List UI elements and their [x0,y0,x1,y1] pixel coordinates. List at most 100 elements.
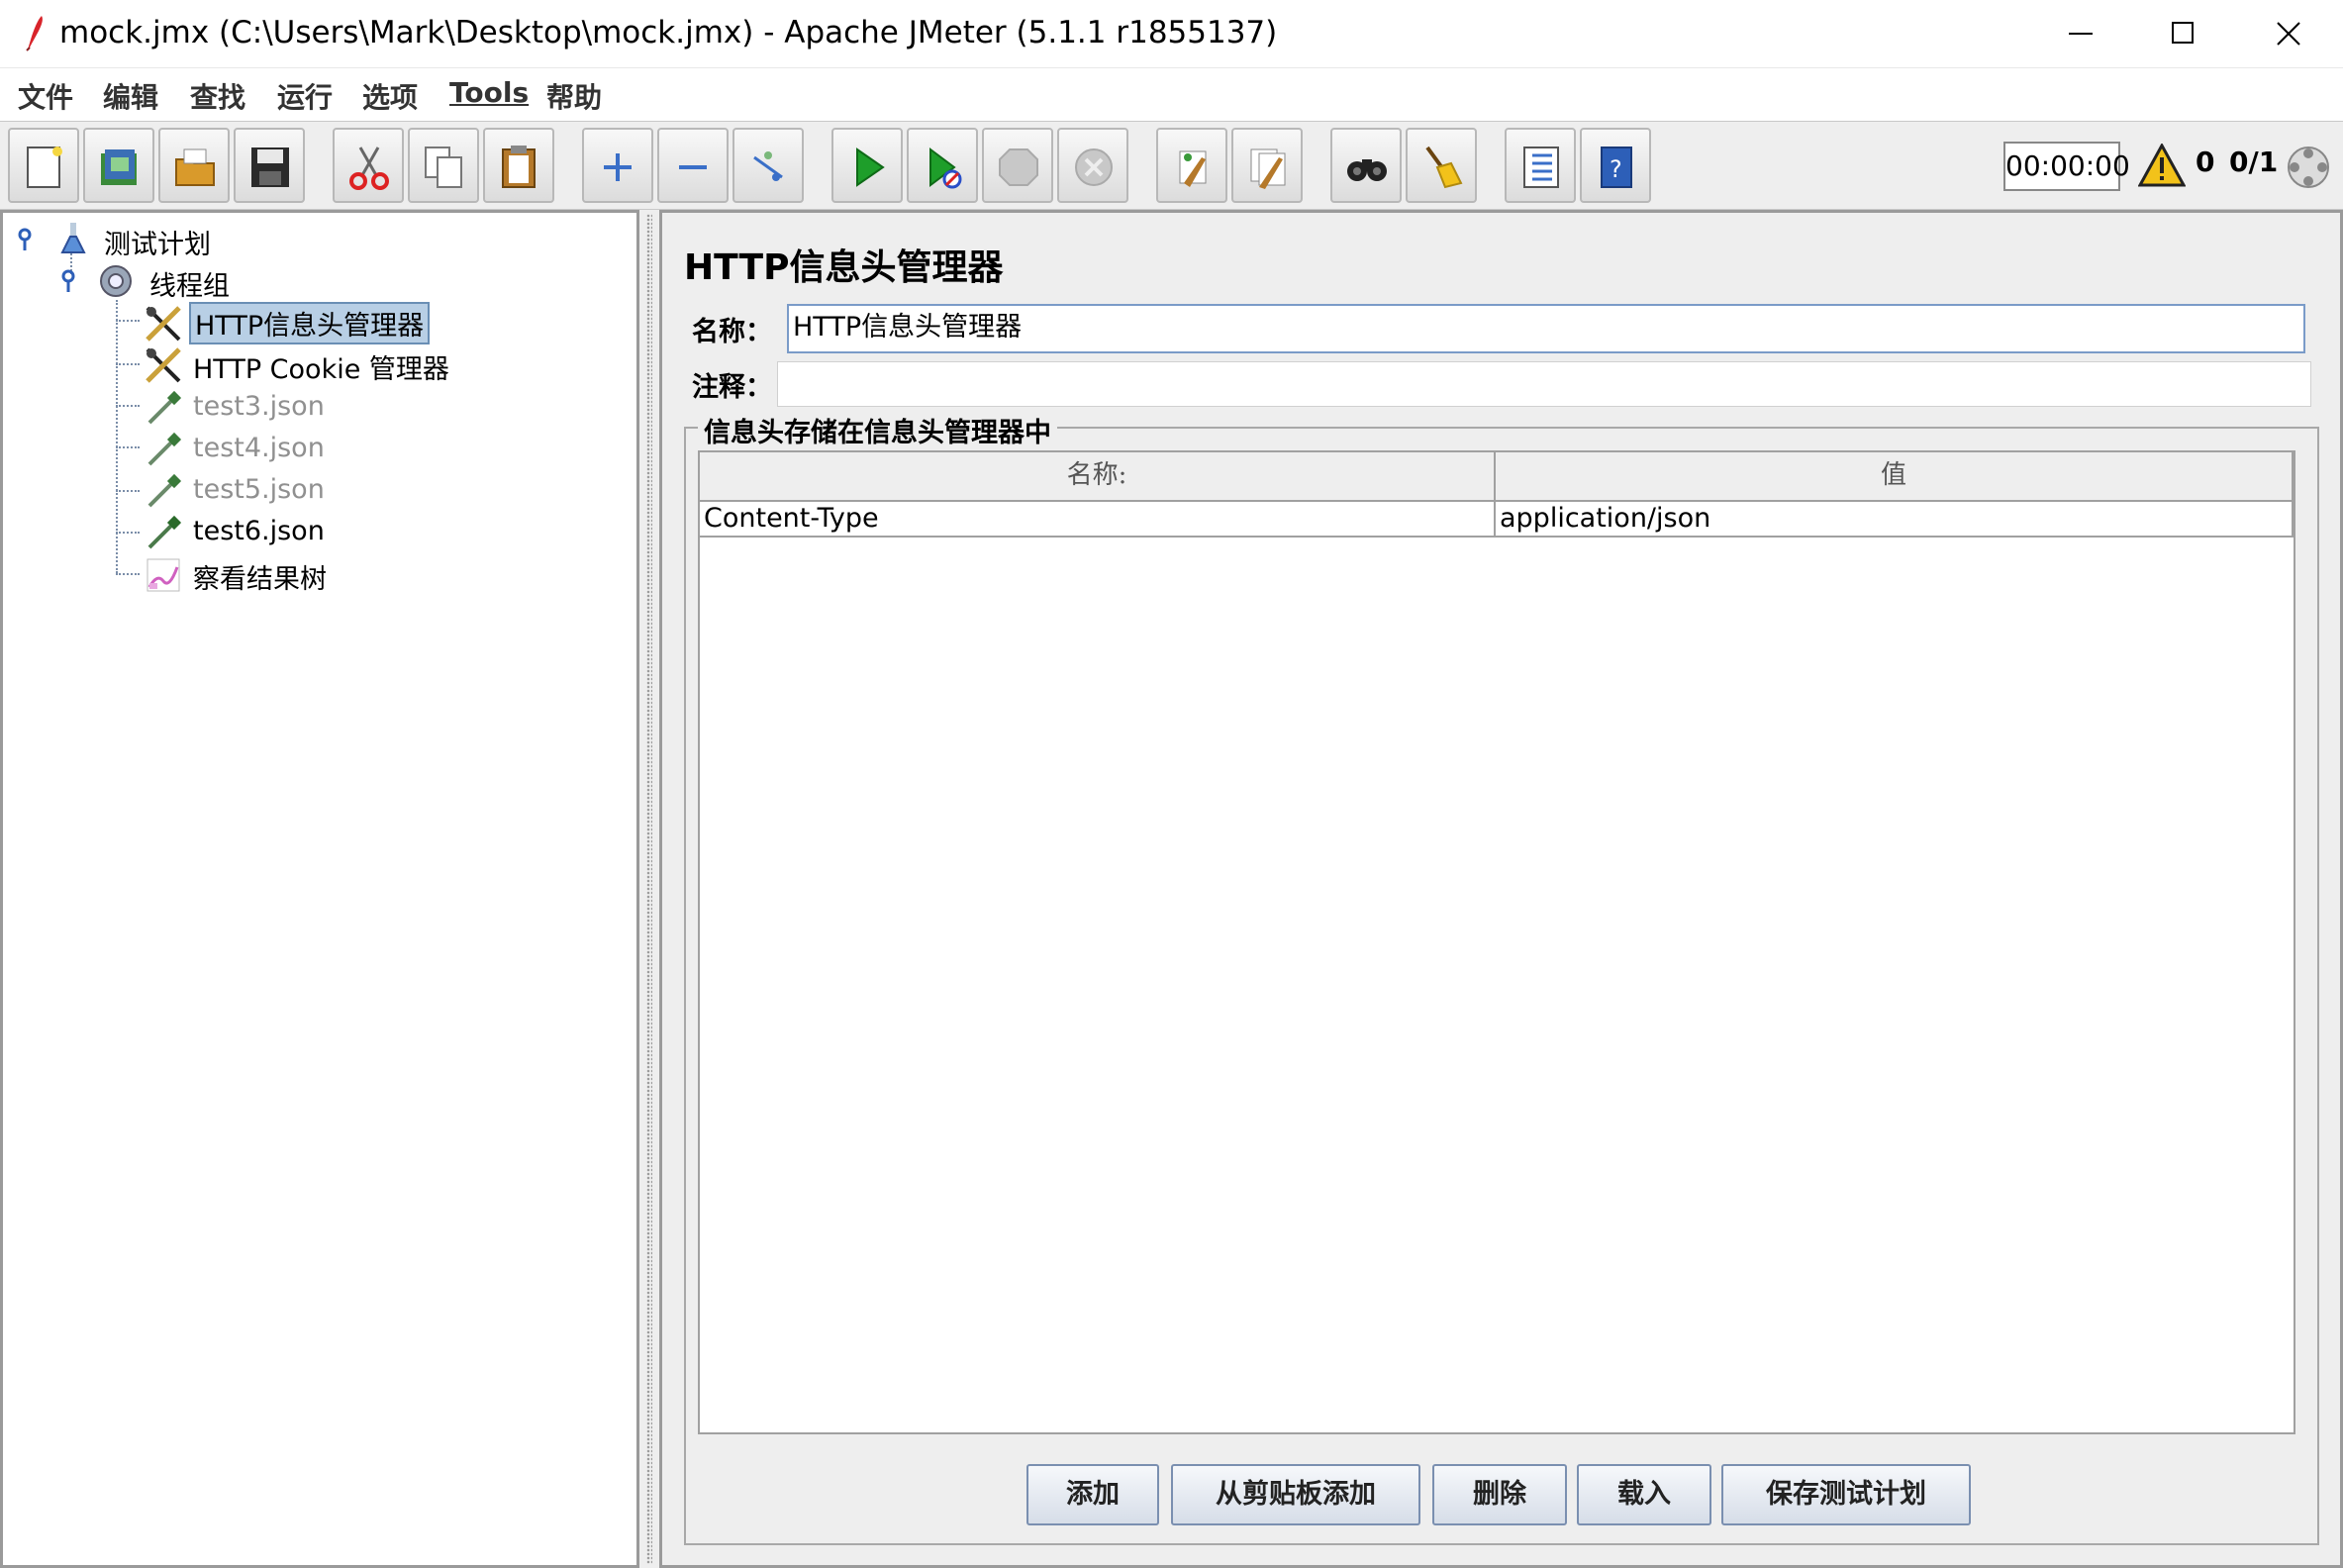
function-helper-button[interactable] [1505,128,1576,203]
tree-node-sampler-test4[interactable]: test4.json [140,429,536,468]
search-button[interactable] [1330,128,1402,203]
shutdown-button[interactable] [1057,128,1128,203]
copy-button[interactable] [408,128,479,203]
start-icon [856,147,885,187]
menu-tools[interactable]: Tools [449,76,529,109]
tree-connector [116,363,140,365]
tree-node-label: HTTP Cookie 管理器 [193,354,449,385]
clear-all-button[interactable] [1231,128,1303,203]
tree-node-view-results-tree[interactable]: 察看结果树 [140,553,536,595]
tree-node-http-cookie-manager[interactable]: HTTP Cookie 管理器 [140,343,536,385]
name-label: 名称： [692,317,772,347]
cut-icon [349,147,389,190]
config-tool-icon [146,347,181,383]
thread-group-icon [100,265,132,297]
tree-expand-handle-icon[interactable] [60,268,82,294]
tree-node-label: test6.json [193,516,325,546]
add-from-clipboard-button[interactable]: 从剪贴板添加 [1171,1464,1420,1525]
tree-connector [116,320,140,322]
paste-button[interactable] [483,128,554,203]
menu-run[interactable]: 运行 [277,76,333,116]
tree-node-label: test4.json [193,433,325,463]
tree-connector [116,405,140,407]
minimize-button[interactable] [2031,0,2130,67]
new-icon [27,147,62,188]
svg-text:?: ? [1610,155,1622,183]
save-button[interactable] [234,128,305,203]
tree-node-sampler-test3[interactable]: test3.json [140,387,536,427]
help-icon: ? [1601,147,1632,188]
tree-node-sampler-test5[interactable]: test5.json [140,470,536,510]
templates-icon [101,149,137,185]
start-button[interactable] [831,128,903,203]
name-field[interactable]: HTTP信息头管理器 [787,304,2305,353]
split-grip [646,214,652,1564]
headers-group-title: 信息头存储在信息头管理器中 [698,411,1057,449]
clear-button[interactable] [1156,128,1227,203]
save-icon [251,147,289,187]
templates-button[interactable] [83,128,154,203]
window-title: mock.jmx (C:\Users\Mark\Desktop\mock.jmx… [59,15,1278,50]
split-pane-divider[interactable] [639,210,659,1568]
menu-options[interactable]: 选项 [362,76,418,116]
add-button[interactable]: 添加 [1026,1464,1159,1525]
table-cell-value[interactable]: application/json [1496,502,2294,538]
search-icon [1347,159,1387,181]
table-cell-name[interactable]: Content-Type [700,502,1496,538]
menu-edit[interactable]: 编辑 [103,76,158,116]
title-bar: mock.jmx (C:\Users\Mark\Desktop\mock.jmx… [0,0,2343,67]
clear-all-icon [1250,148,1286,189]
listener-graph-icon [146,558,180,592]
collapse-all-button[interactable] [657,128,729,203]
menu-search[interactable]: 查找 [190,76,245,116]
tree-connector [116,446,140,448]
cut-button[interactable] [333,128,404,203]
tree-expand-handle-icon[interactable] [17,227,39,252]
delete-button[interactable]: 删除 [1432,1464,1567,1525]
stop-button[interactable] [982,128,1053,203]
panel-title: HTTP信息头管理器 [684,247,1004,288]
sampler-pipette-icon [147,432,182,466]
open-button[interactable] [158,128,230,203]
jmeter-feather-icon [26,16,43,51]
warning-icon[interactable] [2138,144,2186,187]
expand-all-icon [604,153,632,181]
maximize-button[interactable] [2134,0,2233,67]
copy-icon [425,147,462,188]
expand-all-button[interactable] [582,128,653,203]
toggle-button[interactable] [732,128,804,203]
table-header-value[interactable]: 值 [1496,452,2294,502]
tree-node-label: 线程组 [149,271,230,302]
menu-file[interactable]: 文件 [18,76,73,116]
minimize-icon [2069,33,2093,35]
menu-bar: 文件 编辑 查找 运行 选项 Tools 帮助 [0,67,2343,121]
maximize-icon [2172,22,2194,44]
table-header-name[interactable]: 名称: [700,452,1496,502]
toolbar: ? 00:00:00 0 0/1 [0,121,2343,210]
menu-help[interactable]: 帮助 [546,76,602,116]
comment-field[interactable] [777,361,2311,407]
shutdown-icon [1075,148,1113,186]
close-button[interactable] [2239,0,2338,67]
tree-node-thread-group[interactable]: 线程组 [60,260,456,302]
tree-node-test-plan[interactable]: 测试计划 [17,219,413,260]
function-helper-icon [1523,147,1559,188]
elapsed-timer: 00:00:00 [2003,142,2130,191]
error-count: 0 [2196,146,2215,178]
sampler-pipette-icon [147,515,182,549]
load-button[interactable]: 载入 [1577,1464,1711,1525]
tree-node-sampler-test6[interactable]: test6.json [140,512,536,551]
tree-node-http-header-manager[interactable]: HTTP信息头管理器 [140,302,536,344]
tree-node-label: HTTP信息头管理器 [189,302,431,344]
save-test-plan-button[interactable]: 保存测试计划 [1721,1464,1971,1525]
help-button[interactable]: ? [1580,128,1651,203]
thread-count: 0/1 [2229,146,2279,178]
start-no-pause-button[interactable] [907,128,978,203]
test-plan-tree: 测试计划 线程组 HTTP信息头管理器 HTTP Cookie 管理器 test… [0,210,639,1568]
headers-table[interactable]: 名称: 值 Content-Type application/json [698,450,2295,1434]
config-tool-icon [146,306,181,342]
tree-connector [116,490,140,492]
clear-icon [1179,150,1207,187]
reset-search-button[interactable] [1406,128,1477,203]
new-button[interactable] [8,128,79,203]
